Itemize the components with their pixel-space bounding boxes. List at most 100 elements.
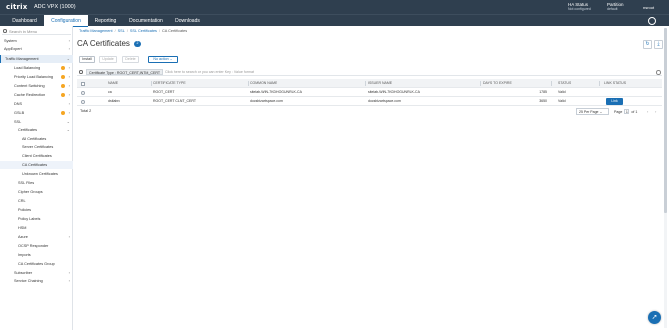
chevron-right-icon: › (68, 38, 70, 43)
chevron-right-icon: › (68, 101, 70, 106)
cell-status: Valid (558, 99, 566, 103)
column-header-link-status[interactable]: LINK STATUS (604, 79, 626, 88)
action-dropdown[interactable]: No action ⌄ (148, 56, 178, 63)
breadcrumb-traffic-management[interactable]: Traffic Management (79, 29, 113, 33)
chevron-right-icon: › (68, 92, 70, 97)
table-row[interactable]: ca ROOT_CERT sitelab-WIN-7KDHOGUNRLK-CA … (77, 88, 662, 97)
sidebar-item-gslb[interactable]: GSLB › (0, 109, 73, 117)
cell-issuer-name: sitelab-WIN-7KDHOGUNRLK-CA (368, 90, 420, 94)
sidebar-item-content-switching[interactable]: Content Switching › (0, 82, 73, 90)
sidebar-item-cipher-groups[interactable]: Cipher Groups (0, 188, 73, 196)
sidebar-item-imports[interactable]: Imports (0, 251, 73, 259)
refresh-button[interactable]: ↻ (643, 40, 652, 49)
sidebar-item-label: CA Certificates Group (18, 262, 55, 266)
sidebar-item-ca-certificates-group[interactable]: CA Certificates Group (0, 260, 73, 268)
sidebar-item-ssl-files[interactable]: SSL Files (0, 179, 73, 187)
sidebar-item-service-chaining[interactable]: Service Chaining › (0, 277, 73, 285)
sidebar-item-cache-redirection[interactable]: Cache Redirection › (0, 91, 73, 99)
sidebar-item-ssl[interactable]: SSL ⌄ (0, 118, 73, 126)
info-icon[interactable] (656, 70, 661, 75)
chevron-down-icon: ⌄ (169, 57, 173, 61)
scrollbar-thumb[interactable] (664, 28, 667, 213)
link-button[interactable]: Link (606, 98, 623, 105)
gear-icon[interactable] (648, 17, 656, 25)
search-icon (3, 29, 7, 33)
chevron-down-icon: ⌄ (66, 119, 70, 124)
breadcrumb-ssl[interactable]: SSL (118, 29, 125, 33)
previous-page-icon[interactable]: ‹ (647, 109, 648, 114)
menu-search[interactable]: Search in Menu (2, 28, 71, 35)
sidebar-item-priority-load-balancing[interactable]: Priority Load Balancing › (0, 73, 73, 81)
sidebar-item-policies[interactable]: Policies (0, 206, 73, 214)
filter-chip[interactable]: Certificate Type : ROOT_CERT,INTM_CERT (86, 69, 164, 75)
partition-selector[interactable]: Partition default (607, 2, 624, 12)
column-header-status[interactable]: STATUS (558, 79, 571, 88)
breadcrumb: Traffic Management / SSL / SSL Certificates /… (79, 29, 187, 33)
delete-button[interactable]: Delete (122, 56, 139, 63)
cell-issuer-name: docsbizartspace.com (368, 99, 401, 103)
breadcrumb-separator: / (126, 29, 128, 33)
row-select-radio[interactable] (81, 99, 85, 104)
column-header-days-to-expire[interactable]: DAYS TO EXPIRE (483, 79, 512, 88)
chevron-right-icon: › (68, 74, 70, 79)
compass-icon: ➚ (651, 314, 658, 321)
page-title: CA Certificates (77, 39, 130, 48)
column-header-name[interactable]: NAME (108, 79, 118, 88)
cell-days-to-expire: 3650 (539, 99, 547, 103)
column-separator (365, 81, 366, 86)
sidebar-item-crl[interactable]: CRL (0, 197, 73, 205)
help-button[interactable]: ➚ (648, 311, 661, 324)
sidebar-item-load-balancing[interactable]: Load Balancing › (0, 64, 73, 72)
sidebar-item-dns[interactable]: DNS › (0, 100, 73, 108)
sidebar-item-policy-labels[interactable]: Policy Labels (0, 215, 73, 223)
breadcrumb-ssl-certificates[interactable]: SSL Certificates (130, 29, 157, 33)
sidebar-item-server-certificates[interactable]: Server Certificates (0, 143, 73, 151)
tab-downloads[interactable]: Downloads (170, 15, 205, 27)
breadcrumb-separator: / (158, 29, 161, 33)
select-all-checkbox[interactable] (81, 81, 85, 86)
column-separator (551, 81, 552, 86)
page-label: Page (614, 110, 623, 114)
user-menu[interactable]: nsroot (643, 5, 654, 10)
sidebar-item-label: OCSP Responder (18, 244, 49, 248)
sidebar-item-azure[interactable]: Azure › (0, 233, 73, 241)
export-button[interactable]: ⤓ (654, 40, 663, 49)
sidebar-item-appexpert[interactable]: AppExpert › (0, 45, 73, 53)
tab-reporting[interactable]: Reporting (89, 15, 122, 27)
sidebar-item-label: System (4, 39, 17, 43)
sidebar-item-all-certificates[interactable]: All Certificates (0, 135, 73, 143)
sidebar-item-certificates[interactable]: Certificates ⌄ (0, 126, 73, 134)
column-header-certificate-type[interactable]: CERTIFICATE TYPE (153, 79, 186, 88)
row-select-radio[interactable] (81, 90, 85, 95)
sidebar-item-ocsp-responder[interactable]: OCSP Responder (0, 242, 73, 250)
sidebar-item-client-certificates[interactable]: Client Certificates (0, 152, 73, 160)
sidebar-item-subscriber[interactable]: Subscriber › (0, 269, 73, 277)
install-button[interactable]: Install (79, 56, 95, 63)
sidebar-item-label: Load Balancing (14, 66, 41, 70)
filter-bar[interactable]: Certificate Type : ROOT_CERT,INTM_CERT C… (77, 68, 662, 76)
sidebar-item-hsm[interactable]: HSM (0, 224, 73, 232)
sidebar-item-label: Server Certificates (22, 145, 54, 149)
sidebar-item-label: Policies (18, 208, 32, 212)
sidebar-item-system[interactable]: System › (0, 37, 73, 45)
cell-days-to-expire: 1785 (539, 90, 547, 94)
sidebar-item-label: DNS (14, 102, 23, 106)
ha-status[interactable]: HA Status Not configured (568, 2, 591, 12)
column-header-common-name[interactable]: COMMON NAME (250, 79, 277, 88)
ha-status-value: Not configured (568, 7, 591, 11)
table-row[interactable]: dstlabro ROOT_CERT CLNT_CERT docsbizarts… (77, 97, 662, 106)
next-page-icon[interactable]: › (655, 109, 656, 114)
page-input[interactable]: 1 (624, 109, 630, 114)
sidebar-item-traffic-management[interactable]: Traffic Management ⌄ (0, 55, 73, 63)
column-header-issuer-name[interactable]: ISSUER NAME (368, 79, 392, 88)
sidebar-item-unknown-certificates[interactable]: Unknown Certificates (0, 170, 73, 178)
page-scrollbar[interactable] (664, 28, 667, 328)
menu-search-placeholder: Search in Menu (9, 28, 38, 34)
per-page-select[interactable]: 25 Per Page ⌄ (576, 108, 609, 115)
sidebar-item-label: SSL (14, 120, 22, 124)
cell-certificate-type: ROOT_CERT CLNT_CERT (153, 99, 196, 103)
sidebar-item-ca-certificates[interactable]: CA Certificates (0, 161, 73, 169)
tab-documentation[interactable]: Documentation (124, 15, 168, 27)
sidebar-item-label: Imports (18, 253, 31, 257)
update-button[interactable]: Update (99, 56, 117, 63)
